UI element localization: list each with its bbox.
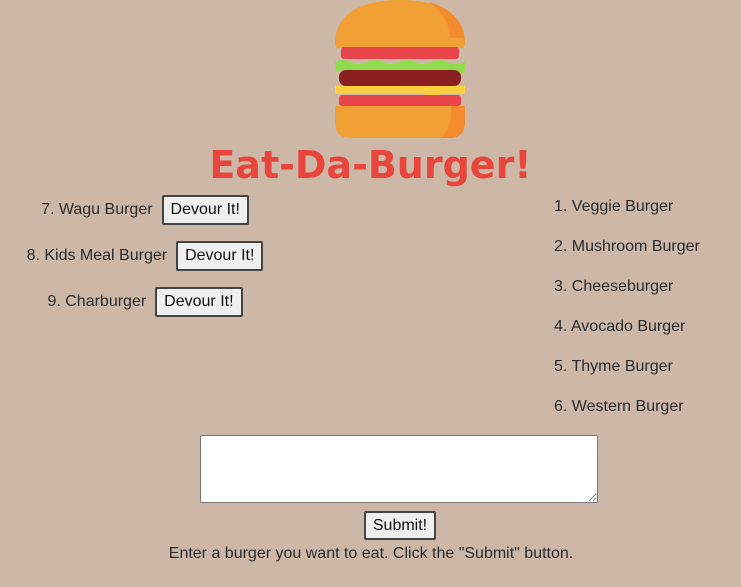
burger-name-input[interactable] — [200, 435, 598, 503]
list-item: 8. Kids Meal Burger Devour It! — [0, 240, 290, 272]
instructions-text: Enter a burger you want to eat. Click th… — [168, 545, 574, 562]
burger-label: 7. Wagu Burger — [41, 201, 153, 218]
list-item: 9. Charburger Devour It! — [0, 286, 290, 318]
burger-label: 9. Charburger — [47, 293, 147, 310]
burger-label: 8. Kids Meal Burger — [26, 247, 168, 264]
list-item: 3. Cheeseburger — [554, 278, 674, 295]
page-title: Eat-Da-Burger! — [209, 143, 532, 187]
list-item: 4. Avocado Burger — [554, 318, 686, 335]
eaten-burger-list: 1. Veggie Burger 2. Mushroom Burger 3. C… — [554, 196, 741, 436]
list-item: 7. Wagu Burger Devour It! — [0, 194, 290, 226]
list-item: 6. Western Burger — [554, 398, 684, 415]
list-item: 2. Mushroom Burger — [554, 238, 700, 255]
devour-button[interactable]: Devour It! — [176, 241, 264, 271]
list-item: 1. Veggie Burger — [554, 198, 674, 215]
uneaten-burger-list: 7. Wagu Burger Devour It! 8. Kids Meal B… — [0, 194, 290, 332]
list-item: 5. Thyme Burger — [554, 358, 673, 375]
devour-button[interactable]: Devour It! — [161, 195, 249, 225]
hamburger-icon — [335, 0, 465, 138]
submit-button[interactable]: Submit! — [364, 511, 436, 540]
devour-button[interactable]: Devour It! — [155, 287, 243, 317]
